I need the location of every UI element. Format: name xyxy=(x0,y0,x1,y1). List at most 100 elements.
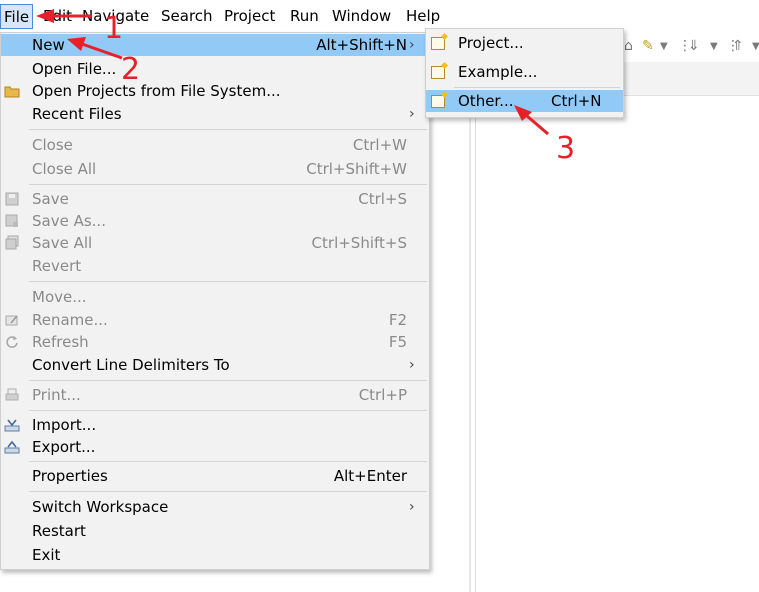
menu-separator xyxy=(454,87,620,88)
menu-item-label: Exit xyxy=(32,546,61,564)
menu-item-save-as[interactable]: Save As... xyxy=(1,210,429,232)
submenu-item-project[interactable]: Project... xyxy=(426,32,623,54)
menu-item-label: Convert Line Delimiters To xyxy=(32,356,230,374)
chevron-down-icon[interactable]: ▼ xyxy=(660,41,668,52)
menu-item-accelerator: Ctrl+Shift+W xyxy=(306,160,407,178)
menu-separator xyxy=(29,410,427,411)
menu-help[interactable]: Help xyxy=(406,7,440,25)
submenu-arrow-icon: › xyxy=(409,499,415,515)
menu-item-exit[interactable]: Exit xyxy=(1,544,429,566)
menu-item-label: Save As... xyxy=(32,212,106,230)
new-submenu: Project... Example... Other... Ctrl+N xyxy=(425,28,624,118)
menu-item-open-projects[interactable]: Open Projects from File System... xyxy=(1,80,429,102)
menu-item-new[interactable]: New Alt+Shift+N › xyxy=(1,34,429,56)
menu-separator xyxy=(29,184,427,185)
menu-item-label: New xyxy=(32,36,65,54)
menu-item-label: Properties xyxy=(32,467,108,485)
menu-run[interactable]: Run xyxy=(290,7,319,25)
menu-search[interactable]: Search xyxy=(161,7,213,25)
menu-item-refresh[interactable]: Refresh F5 xyxy=(1,331,429,353)
menu-item-recent-files[interactable]: Recent Files › xyxy=(1,103,429,125)
menu-item-switch-workspace[interactable]: Switch Workspace › xyxy=(1,496,429,518)
menu-item-accelerator: Ctrl+Shift+S xyxy=(311,234,407,252)
toolbar: ⌂ ✎ ▼ ⋮ ⇓ ▼ ⋮ ⇑ ▼ xyxy=(618,35,759,61)
menu-item-save-all[interactable]: Save All Ctrl+Shift+S xyxy=(1,232,429,254)
menu-item-label: Print... xyxy=(32,386,81,404)
submenu-item-other[interactable]: Other... Ctrl+N xyxy=(426,90,623,112)
annotation-step-3: 3 xyxy=(556,131,576,166)
menu-item-label: Switch Workspace xyxy=(32,498,169,516)
new-wizard-icon xyxy=(430,94,446,110)
menu-item-move[interactable]: Move... xyxy=(1,286,429,308)
menu-item-label: Restart xyxy=(32,522,86,540)
save-all-icon xyxy=(5,235,19,250)
menu-item-open-file[interactable]: Open File... xyxy=(1,58,429,80)
file-menu-dropdown: New Alt+Shift+N › Open File... Open Proj… xyxy=(0,32,430,570)
menu-item-label: Recent Files xyxy=(32,105,122,123)
menu-item-properties[interactable]: Properties Alt+Enter xyxy=(1,465,429,487)
pane-divider xyxy=(475,95,476,592)
menu-file[interactable]: File xyxy=(0,4,34,29)
save-icon xyxy=(5,192,19,206)
submenu-item-label: Example... xyxy=(458,63,538,81)
menu-item-save[interactable]: Save Ctrl+S xyxy=(1,188,429,210)
submenu-item-label: Other... xyxy=(458,92,514,110)
menu-item-label: Save xyxy=(32,190,69,208)
export-icon xyxy=(4,440,20,454)
menu-item-export[interactable]: Export... xyxy=(1,436,429,458)
menu-window[interactable]: Window xyxy=(332,7,391,25)
menu-separator xyxy=(29,129,427,130)
menu-item-accelerator: Ctrl+P xyxy=(358,386,407,404)
refresh-icon xyxy=(6,336,18,348)
menu-separator xyxy=(29,461,427,462)
save-as-icon xyxy=(5,214,18,227)
submenu-arrow-icon: › xyxy=(409,37,415,53)
menu-item-label: Open Projects from File System... xyxy=(32,82,281,100)
menu-item-print[interactable]: Print... Ctrl+P xyxy=(1,384,429,406)
menu-item-revert[interactable]: Revert xyxy=(1,255,429,277)
history-icon[interactable]: ⇑ xyxy=(732,38,744,54)
menu-item-label: Revert xyxy=(32,257,82,275)
menu-edit[interactable]: Edit xyxy=(43,7,72,25)
menu-item-label: Move... xyxy=(32,288,87,306)
menu-item-rename[interactable]: Rename... F2 xyxy=(1,309,429,331)
menu-item-label: Close xyxy=(32,136,73,154)
chevron-down-icon[interactable]: ▼ xyxy=(752,41,759,52)
menu-item-restart[interactable]: Restart xyxy=(1,520,429,542)
submenu-item-example[interactable]: Example... xyxy=(426,61,623,83)
editor-tab-area xyxy=(618,62,759,96)
rename-icon xyxy=(5,315,18,326)
annotation-step-1: 1 xyxy=(104,11,124,46)
menu-item-accelerator: Alt+Enter xyxy=(333,467,407,485)
menu-item-label: Import... xyxy=(32,416,97,434)
new-wizard-icon xyxy=(430,65,446,81)
toolbar-item-icon[interactable]: ⌂ xyxy=(624,38,633,54)
menu-item-accelerator: Ctrl+W xyxy=(352,136,407,154)
menu-item-convert-line-delimiters[interactable]: Convert Line Delimiters To › xyxy=(1,354,429,376)
menu-separator xyxy=(29,380,427,381)
print-icon xyxy=(5,388,19,401)
menu-item-label: Save All xyxy=(32,234,93,252)
menu-item-accelerator: Alt+Shift+N xyxy=(316,36,407,54)
navigate-icon[interactable]: ⇓ xyxy=(688,38,700,54)
menu-project[interactable]: Project xyxy=(224,7,275,25)
menu-item-close[interactable]: Close Ctrl+W xyxy=(1,134,429,156)
chevron-down-icon[interactable]: ▼ xyxy=(710,41,718,52)
annotation-step-2: 2 xyxy=(121,52,141,87)
submenu-item-label: Project... xyxy=(458,34,524,52)
pane-divider xyxy=(469,62,471,592)
submenu-arrow-icon: › xyxy=(409,357,415,373)
menu-item-label: Open File... xyxy=(32,60,117,78)
submenu-arrow-icon: › xyxy=(409,106,415,122)
menu-item-label: Rename... xyxy=(32,311,108,329)
menu-separator xyxy=(29,491,427,492)
new-wizard-icon xyxy=(430,36,446,52)
menu-item-import[interactable]: Import... xyxy=(1,414,429,436)
menu-item-label: Export... xyxy=(32,438,96,456)
pin-icon[interactable]: ✎ xyxy=(642,38,654,54)
menu-item-close-all[interactable]: Close All Ctrl+Shift+W xyxy=(1,158,429,180)
menu-item-accelerator: F5 xyxy=(388,333,407,351)
menu-item-accelerator: F2 xyxy=(388,311,407,329)
import-icon xyxy=(4,419,20,432)
menu-item-accelerator: Ctrl+S xyxy=(358,190,407,208)
